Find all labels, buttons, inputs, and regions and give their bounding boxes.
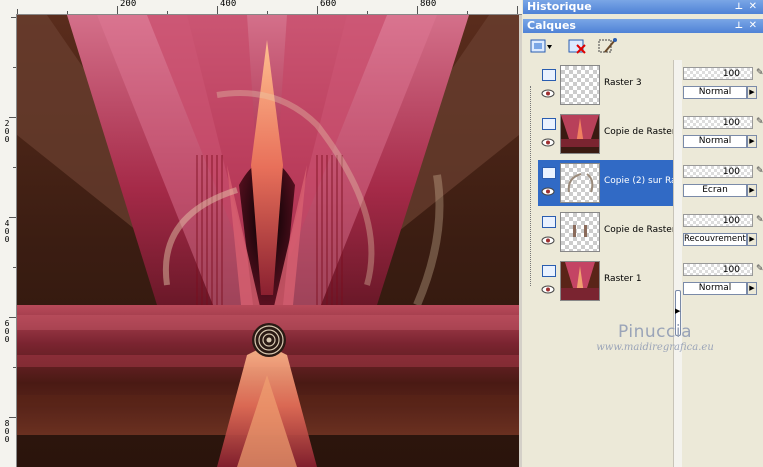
blend-mode-select[interactable]: Normal	[683, 86, 747, 99]
opacity-value: 100	[722, 167, 740, 177]
canvas-scrollbar[interactable]	[519, 15, 522, 467]
tree-connector	[530, 86, 531, 286]
edit-icon[interactable]: ✎	[756, 67, 763, 80]
layer-properties-button[interactable]	[597, 36, 619, 56]
vertical-ruler: 2 0 0 4 0 0 6 0 0 8 0 0	[0, 14, 17, 467]
blend-mode-select[interactable]: Normal	[683, 135, 747, 148]
visibility-eye-icon[interactable]	[541, 285, 555, 294]
layer-row[interactable]: Copie de Raster	[538, 111, 676, 157]
visibility-eye-icon[interactable]	[541, 187, 555, 196]
opacity-value: 100	[722, 118, 740, 128]
watermark-name: Pinuccia	[618, 322, 692, 342]
layers-list: Raster 3 Copie de Raster Copie (2) sur R…	[523, 60, 679, 467]
delete-layer-button[interactable]	[567, 36, 589, 56]
blend-mode-select[interactable]: Écran	[683, 184, 747, 197]
close-icon[interactable]: ✕	[749, 0, 757, 14]
image-canvas[interactable]	[17, 15, 519, 467]
layer-name: Copie (2) sur Ra	[604, 176, 676, 186]
layer-row[interactable]: Copie de Raster	[538, 209, 676, 255]
layer-row-selected[interactable]: Copie (2) sur Ra	[538, 160, 676, 206]
layers-toolbar	[523, 34, 763, 58]
visibility-eye-icon[interactable]	[541, 236, 555, 245]
dropdown-arrow-icon[interactable]: ▶	[747, 135, 757, 148]
layers-panel-title: Calques ⊥ ✕	[523, 19, 763, 33]
layer-thumbnail	[560, 65, 600, 105]
history-panel-title: Historique ⊥ ✕	[523, 0, 763, 14]
layers-scrollbar[interactable]: ▶	[673, 60, 682, 467]
expand-arrow-icon[interactable]: ▶	[675, 307, 680, 315]
layer-name: Copie de Raster	[604, 127, 676, 137]
layer-type-icon	[542, 216, 556, 228]
opacity-value: 100	[722, 216, 740, 226]
history-title-text: Historique	[527, 0, 592, 13]
layer-props: 100 ✎ Normal ▶	[683, 258, 763, 304]
dropdown-arrow-icon[interactable]: ▶	[747, 86, 757, 99]
visibility-eye-icon[interactable]	[541, 138, 555, 147]
blend-mode-select[interactable]: Normal	[683, 282, 747, 295]
ruler-label: 8 0 0	[4, 419, 10, 444]
layer-props: 100 ✎ Écran ▶	[683, 160, 763, 206]
layer-row[interactable]: Raster 1	[538, 258, 676, 304]
layer-thumbnail	[560, 261, 600, 301]
layer-thumbnail	[560, 163, 600, 203]
opacity-value: 100	[722, 265, 740, 275]
ruler-label: 200	[120, 0, 137, 9]
layer-properties-icon	[598, 38, 617, 53]
layer-thumbnail	[560, 212, 600, 252]
artwork	[17, 15, 519, 467]
opacity-slider[interactable]: 100	[683, 214, 753, 227]
edit-icon[interactable]: ✎	[756, 263, 763, 276]
layer-type-icon	[542, 167, 556, 179]
watermark: Pinuccia www.maidiregrafica.eu	[550, 322, 760, 353]
ruler-label: 6 0 0	[4, 319, 10, 344]
opacity-value: 100	[722, 69, 740, 79]
layer-props: 100 ✎ Recouvrement ▶	[683, 209, 763, 255]
new-layer-button[interactable]	[529, 36, 552, 56]
new-layer-icon	[530, 39, 552, 53]
ruler-label: 400	[220, 0, 237, 9]
opacity-slider[interactable]: 100	[683, 165, 753, 178]
opacity-slider[interactable]: 100	[683, 67, 753, 80]
layer-type-icon	[542, 118, 556, 130]
edit-icon[interactable]: ✎	[756, 165, 763, 178]
opacity-slider[interactable]: 100	[683, 263, 753, 276]
dropdown-arrow-icon[interactable]: ▶	[747, 233, 757, 246]
pin-icon[interactable]: ⊥	[735, 19, 743, 33]
blend-mode-select[interactable]: Recouvrement	[683, 233, 747, 246]
layer-type-icon	[542, 69, 556, 81]
layer-type-icon	[542, 265, 556, 277]
dropdown-arrow-icon[interactable]: ▶	[747, 184, 757, 197]
pin-icon[interactable]: ⊥	[735, 0, 743, 14]
ruler-label: 800	[420, 0, 437, 9]
visibility-eye-icon[interactable]	[541, 89, 555, 98]
layer-properties-column: 100 ✎ Normal ▶ 100 ✎ Normal ▶ 100 ✎ Écra…	[683, 60, 763, 467]
edit-icon[interactable]: ✎	[756, 116, 763, 129]
watermark-url: www.maidiregrafica.eu	[596, 342, 714, 353]
delete-layer-icon	[568, 39, 586, 54]
opacity-slider[interactable]: 100	[683, 116, 753, 129]
dropdown-arrow-icon[interactable]: ▶	[747, 282, 757, 295]
layer-name: Copie de Raster	[604, 225, 676, 235]
layers-title-text: Calques	[527, 19, 576, 32]
layer-row[interactable]: Raster 3	[538, 62, 676, 108]
ruler-label: 2 0 0	[4, 119, 10, 144]
horizontal-ruler: 200 400 600 800	[0, 0, 522, 15]
edit-icon[interactable]: ✎	[756, 214, 763, 227]
side-panel: Historique ⊥ ✕ Calques ⊥ ✕ Raster 3 Copi…	[523, 0, 763, 467]
layer-name: Raster 1	[604, 274, 642, 284]
layer-name: Raster 3	[604, 78, 642, 88]
close-icon[interactable]: ✕	[749, 19, 757, 33]
layer-props: 100 ✎ Normal ▶	[683, 111, 763, 157]
ruler-label: 600	[320, 0, 337, 9]
layer-props: 100 ✎ Normal ▶	[683, 62, 763, 108]
layer-thumbnail	[560, 114, 600, 154]
ruler-label: 4 0 0	[4, 219, 10, 244]
